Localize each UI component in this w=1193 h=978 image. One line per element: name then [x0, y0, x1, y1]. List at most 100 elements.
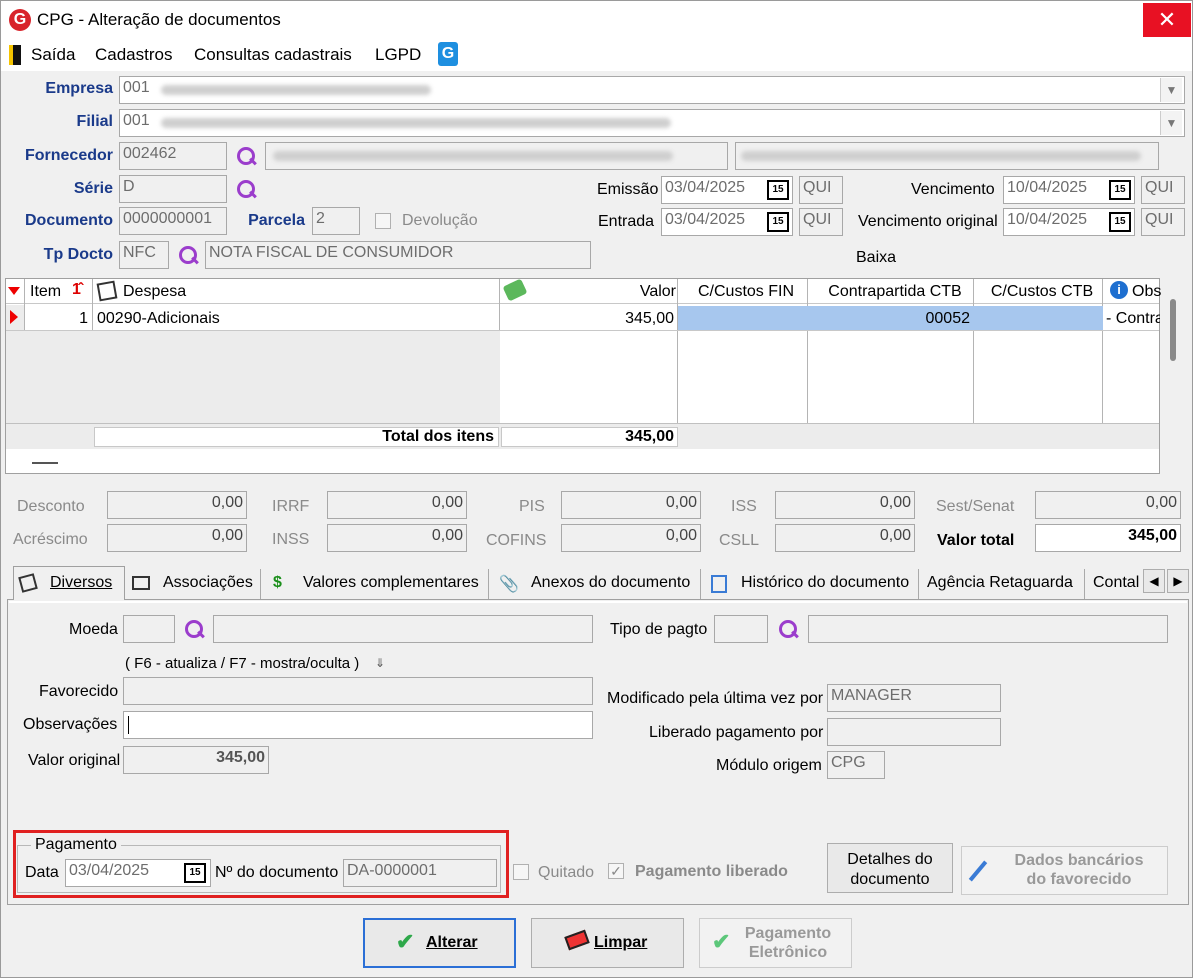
inss-field: 0,00 — [327, 524, 467, 552]
favorecido-field[interactable] — [123, 677, 593, 705]
tab-historico[interactable]: Histórico do documento — [703, 569, 919, 599]
calendar-icon[interactable]: 15 — [1109, 180, 1131, 200]
header-obs[interactable]: Obs — [1132, 283, 1161, 301]
header-cc-ctb[interactable]: C/Custos CTB — [978, 283, 1106, 301]
search-icon[interactable] — [235, 179, 257, 201]
monitor-icon — [132, 576, 150, 590]
tab-scroll-left-icon[interactable]: ◀ — [1143, 569, 1165, 593]
header-despesa[interactable]: Despesa — [123, 283, 186, 301]
search-icon[interactable] — [177, 245, 199, 267]
header-contrapartida[interactable]: Contrapartida CTB — [812, 283, 978, 301]
row-contrapartida: 00052 — [925, 310, 971, 327]
valor-original-field: 345,00 — [123, 746, 269, 774]
header-valor[interactable]: Valor — [606, 283, 676, 301]
tab-scroll-right-icon[interactable]: ▶ — [1167, 569, 1189, 593]
modulo-field: CPG — [827, 751, 885, 779]
valor-total-label: Valor total — [937, 532, 1015, 549]
menu-bar — [1, 39, 1192, 71]
dados-bancarios-button[interactable]: Dados bancários do favorecido — [961, 846, 1168, 895]
documento-field[interactable]: 0000000001 — [119, 207, 227, 235]
arrow-down-icon: ⇓ — [375, 656, 386, 670]
app-logo-icon: G — [9, 9, 31, 31]
tipo-pagto-field[interactable] — [714, 615, 768, 643]
window-title: CPG - Alteração de documentos — [37, 10, 281, 29]
iss-label: ISS — [731, 498, 757, 515]
tab-contal[interactable]: Contal — [1087, 569, 1143, 599]
search-icon[interactable] — [235, 146, 257, 168]
chevron-down-icon[interactable]: ▼ — [1160, 111, 1182, 135]
acrescimo-field: 0,00 — [107, 524, 247, 552]
irrf-field: 0,00 — [327, 491, 467, 519]
documento-label: Documento — [25, 212, 113, 229]
pencil-icon — [968, 860, 988, 882]
tab-diversos[interactable]: Diversos — [13, 566, 125, 600]
desconto-label: Desconto — [17, 498, 85, 515]
info-icon: i — [1110, 281, 1128, 299]
detalhes-documento-button[interactable]: Detalhes do documento — [827, 843, 953, 893]
pagamento-eletronico-button[interactable]: ✔ Pagamento Eletrônico — [699, 918, 852, 968]
scrollbar-thumb[interactable] — [1170, 299, 1176, 361]
pagamento-liberado-checkbox[interactable]: ✓ — [608, 863, 624, 879]
calendar-icon[interactable]: 15 — [767, 180, 789, 200]
chevron-down-icon[interactable]: ▼ — [1160, 78, 1182, 102]
emissao-weekday: QUI — [799, 176, 843, 204]
sest-label: Sest/Senat — [936, 498, 1015, 515]
menu-saida[interactable]: Saída — [31, 45, 75, 65]
header-cc-fin[interactable]: C/Custos FIN — [682, 283, 810, 301]
close-icon[interactable]: ✕ — [1143, 3, 1191, 37]
irrf-label: IRRF — [272, 498, 310, 515]
cofins-field: 0,00 — [561, 524, 701, 552]
tab-agencia-retaguarda[interactable]: Agência Retaguarda — [921, 569, 1085, 599]
calendar-icon[interactable]: 15 — [767, 212, 789, 232]
search-icon[interactable] — [777, 619, 799, 641]
desconto-field: 0,00 — [107, 491, 247, 519]
search-icon[interactable] — [183, 619, 205, 641]
pis-field: 0,00 — [561, 491, 701, 519]
parcela-field[interactable]: 2 — [312, 207, 360, 235]
iss-field: 0,00 — [775, 491, 915, 519]
moeda-label: Moeda — [69, 621, 118, 638]
pis-label: PIS — [519, 498, 545, 515]
observacoes-field[interactable] — [123, 711, 593, 739]
modificado-label: Modificado pela última vez por — [607, 690, 824, 707]
baixa-label: Baixa — [856, 249, 897, 266]
sort-arrow-icon[interactable] — [8, 287, 20, 295]
venc-original-weekday: QUI — [1141, 208, 1185, 236]
menu-cadastros[interactable]: Cadastros — [95, 45, 172, 65]
tab-anexos[interactable]: 📎 Anexos do documento — [491, 569, 701, 599]
quitado-checkbox[interactable] — [513, 864, 529, 880]
limpar-button[interactable]: Limpar — [531, 918, 684, 968]
collapse-handle[interactable] — [32, 462, 58, 464]
devolucao-checkbox[interactable] — [375, 213, 391, 229]
calendar-icon[interactable]: 15 — [1109, 212, 1131, 232]
moeda-field[interactable] — [123, 615, 175, 643]
grid-scrollbar[interactable] — [1163, 279, 1189, 475]
document-icon — [711, 575, 727, 593]
menu-consultas-cadastrais[interactable]: Consultas cadastrais — [194, 45, 352, 65]
menu-lgpd[interactable]: LGPD — [375, 45, 421, 65]
empresa-code: 001 — [123, 79, 150, 96]
row-despesa: 00290-Adicionais — [97, 310, 220, 327]
tpdocto-desc-field: NOTA FISCAL DE CONSUMIDOR — [205, 241, 591, 269]
g-logo-icon[interactable]: G — [438, 42, 458, 66]
alterar-button[interactable]: ✔ Alterar — [363, 918, 516, 968]
tab-valores-complementares[interactable]: $ Valores complementares — [263, 569, 489, 599]
fornecedor-code-field[interactable]: 002462 — [119, 142, 227, 170]
empresa-label: Empresa — [45, 80, 113, 97]
items-grid[interactable]: Item 1̂ Despesa Valor C/Custos FIN Contr… — [5, 278, 1161, 474]
tipo-pagto-label: Tipo de pagto — [610, 621, 708, 638]
inss-label: INSS — [272, 531, 310, 548]
grid-total-value: 345,00 — [625, 428, 674, 445]
header-item[interactable]: Item — [30, 283, 61, 301]
tab-associacoes[interactable]: Associações — [127, 569, 261, 599]
paperclip-icon: 📎 — [499, 576, 519, 593]
entrada-weekday: QUI — [799, 208, 843, 236]
highlight-frame — [13, 830, 509, 898]
sest-field: 0,00 — [1035, 491, 1181, 519]
edit-icon — [18, 573, 38, 593]
venc-original-label: Vencimento original — [858, 213, 998, 230]
modulo-label: Módulo origem — [716, 757, 822, 774]
cofins-label: COFINS — [486, 532, 547, 549]
tpdocto-code-field[interactable]: NFC — [119, 241, 169, 269]
serie-field[interactable]: D — [119, 175, 227, 203]
